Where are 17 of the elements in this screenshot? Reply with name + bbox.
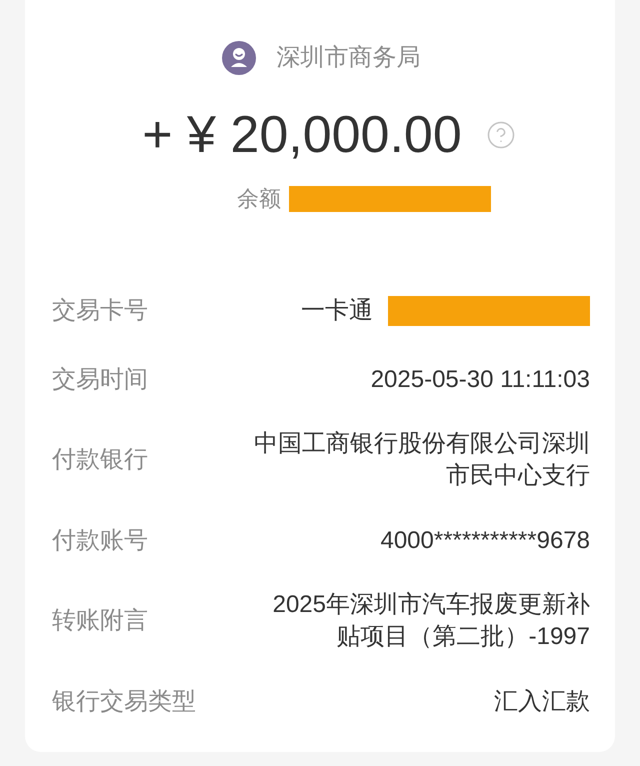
field-label: 银行交易类型 <box>52 686 196 716</box>
help-icon <box>486 120 516 150</box>
field-value: 2025年深圳市汽车报废更新补贴项目（第二批）-1997 <box>272 590 590 652</box>
amount-text: + ¥ 20,000.00 <box>142 105 462 165</box>
avatar-icon <box>222 41 256 75</box>
field-value: 2025-05-30 11:11:03 <box>370 364 590 394</box>
field-value: 中国工商银行股份有限公司深圳市民中心支行 <box>253 429 590 491</box>
balance-label: 余额 <box>237 185 281 213</box>
field-value: 4000***********9678 <box>380 526 590 556</box>
payer-name: 深圳市商务局 <box>276 43 420 73</box>
field-label: 转账附言 <box>52 606 148 636</box>
field-value: 汇入汇款 <box>494 686 590 716</box>
field-label: 交易卡号 <box>52 296 148 326</box>
field-value: 一卡通 <box>301 296 373 326</box>
field-label: 交易时间 <box>52 364 148 394</box>
field-label: 付款银行 <box>52 445 148 475</box>
field-label: 付款账号 <box>52 526 148 556</box>
